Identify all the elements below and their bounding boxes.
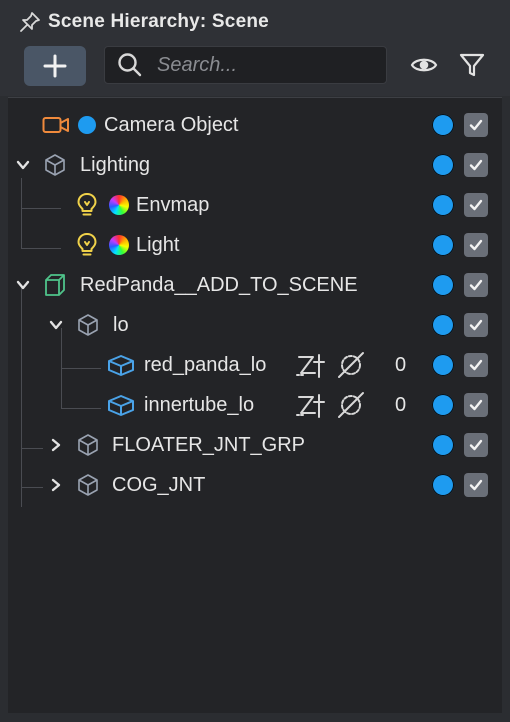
group-cube-icon <box>78 434 98 456</box>
tree-row-redpanda[interactable]: RedPanda__ADD_TO_SCENE <box>8 265 502 305</box>
enabled-checkbox[interactable] <box>464 433 488 457</box>
scene-hierarchy-panel: Scene Hierarchy: Scene Search... Camera … <box>0 0 510 722</box>
visibility-dot[interactable] <box>432 114 454 136</box>
search-icon <box>117 52 143 78</box>
group-cube-icon <box>78 474 98 496</box>
chevron-right-icon[interactable] <box>48 437 64 453</box>
tree-row-lo[interactable]: lo <box>8 305 502 345</box>
camera-icon <box>42 117 69 133</box>
light-bulb-icon <box>77 233 97 256</box>
tree-row-innertube-lo[interactable]: innertube_lo 0 <box>8 385 502 425</box>
hierarchy-tree: Camera Object Lighting Envmap Light RedP… <box>8 97 502 713</box>
tree-row-cog[interactable]: COG_JNT <box>8 465 502 505</box>
model-cube-icon <box>45 274 65 296</box>
tree-item-label: Lighting <box>80 154 151 176</box>
visibility-dot[interactable] <box>432 314 454 336</box>
checkmark-icon <box>469 279 483 291</box>
visibility-dot[interactable] <box>432 474 454 496</box>
visibility-toggle-button[interactable] <box>409 50 439 80</box>
chevron-down-icon[interactable] <box>48 317 64 333</box>
tree-item-label: Envmap <box>136 194 210 216</box>
mesh-cube-icon <box>108 395 134 416</box>
tree-item-label: Camera Object <box>104 114 239 136</box>
checkmark-icon <box>469 399 483 411</box>
visibility-dot[interactable] <box>432 194 454 216</box>
checkmark-icon <box>469 199 483 211</box>
visibility-dot[interactable] <box>432 394 454 416</box>
checkmark-icon <box>469 479 483 491</box>
tree-item-label: RedPanda__ADD_TO_SCENE <box>80 274 358 296</box>
light-bulb-icon <box>77 193 97 216</box>
enabled-checkbox[interactable] <box>464 153 488 177</box>
checkmark-icon <box>469 319 483 331</box>
tree-item-label: FLOATER_JNT_GRP <box>112 434 305 456</box>
chevron-down-icon[interactable] <box>15 157 31 173</box>
checkmark-icon <box>469 159 483 171</box>
tree-row-red-panda-lo[interactable]: red_panda_lo 0 <box>8 345 502 385</box>
tree-row-light[interactable]: Light <box>8 225 502 265</box>
visibility-dot[interactable] <box>432 434 454 456</box>
checkmark-icon <box>469 439 483 451</box>
visibility-dot[interactable] <box>432 234 454 256</box>
morph-targets-icon <box>296 354 325 378</box>
chevron-right-icon[interactable] <box>48 477 64 493</box>
enabled-checkbox[interactable] <box>464 193 488 217</box>
filter-button[interactable] <box>457 50 487 80</box>
filter-icon <box>459 53 485 77</box>
panel-header: Scene Hierarchy: Scene <box>0 0 510 96</box>
visibility-dot[interactable] <box>432 274 454 296</box>
eye-icon <box>410 58 438 72</box>
tree-row-camera[interactable]: Camera Object <box>8 105 502 145</box>
material-count: 0 <box>395 394 407 416</box>
tree-row-envmap[interactable]: Envmap <box>8 185 502 225</box>
checkmark-icon <box>469 239 483 251</box>
visibility-dot[interactable] <box>432 354 454 376</box>
title-row: Scene Hierarchy: Scene <box>18 10 269 34</box>
enabled-checkbox[interactable] <box>464 393 488 417</box>
tree-row-floater[interactable]: FLOATER_JNT_GRP <box>8 425 502 465</box>
enabled-checkbox[interactable] <box>464 273 488 297</box>
enabled-checkbox[interactable] <box>464 113 488 137</box>
light-color-icon <box>109 235 129 255</box>
enabled-checkbox[interactable] <box>464 313 488 337</box>
search-box[interactable] <box>104 46 387 84</box>
checkmark-icon <box>469 359 483 371</box>
group-cube-icon <box>45 154 65 176</box>
environment-color-icon <box>109 195 129 215</box>
checkmark-icon <box>469 119 483 131</box>
mesh-cube-icon <box>108 355 134 376</box>
enabled-checkbox[interactable] <box>464 233 488 257</box>
no-material-icon <box>338 352 364 378</box>
tree-item-label: innertube_lo <box>144 394 255 416</box>
chevron-down-icon[interactable] <box>15 277 31 293</box>
group-cube-icon <box>78 314 98 336</box>
tree-item-label: lo <box>113 314 129 336</box>
plus-icon <box>43 54 67 78</box>
search-input[interactable] <box>155 52 369 78</box>
enabled-checkbox[interactable] <box>464 473 488 497</box>
tree-row-lighting[interactable]: Lighting <box>8 145 502 185</box>
camera-active-dot <box>78 116 96 134</box>
add-object-button[interactable] <box>24 46 86 86</box>
enabled-checkbox[interactable] <box>464 353 488 377</box>
panel-title: Scene Hierarchy: Scene <box>48 11 269 32</box>
morph-targets-icon <box>296 394 325 418</box>
tree-item-label: COG_JNT <box>112 474 206 496</box>
tree-item-label: red_panda_lo <box>144 354 267 376</box>
material-count: 0 <box>395 354 407 376</box>
no-material-icon <box>338 392 364 418</box>
visibility-dot[interactable] <box>432 154 454 176</box>
pin-icon[interactable] <box>18 10 42 34</box>
tree-item-label: Light <box>136 234 180 256</box>
